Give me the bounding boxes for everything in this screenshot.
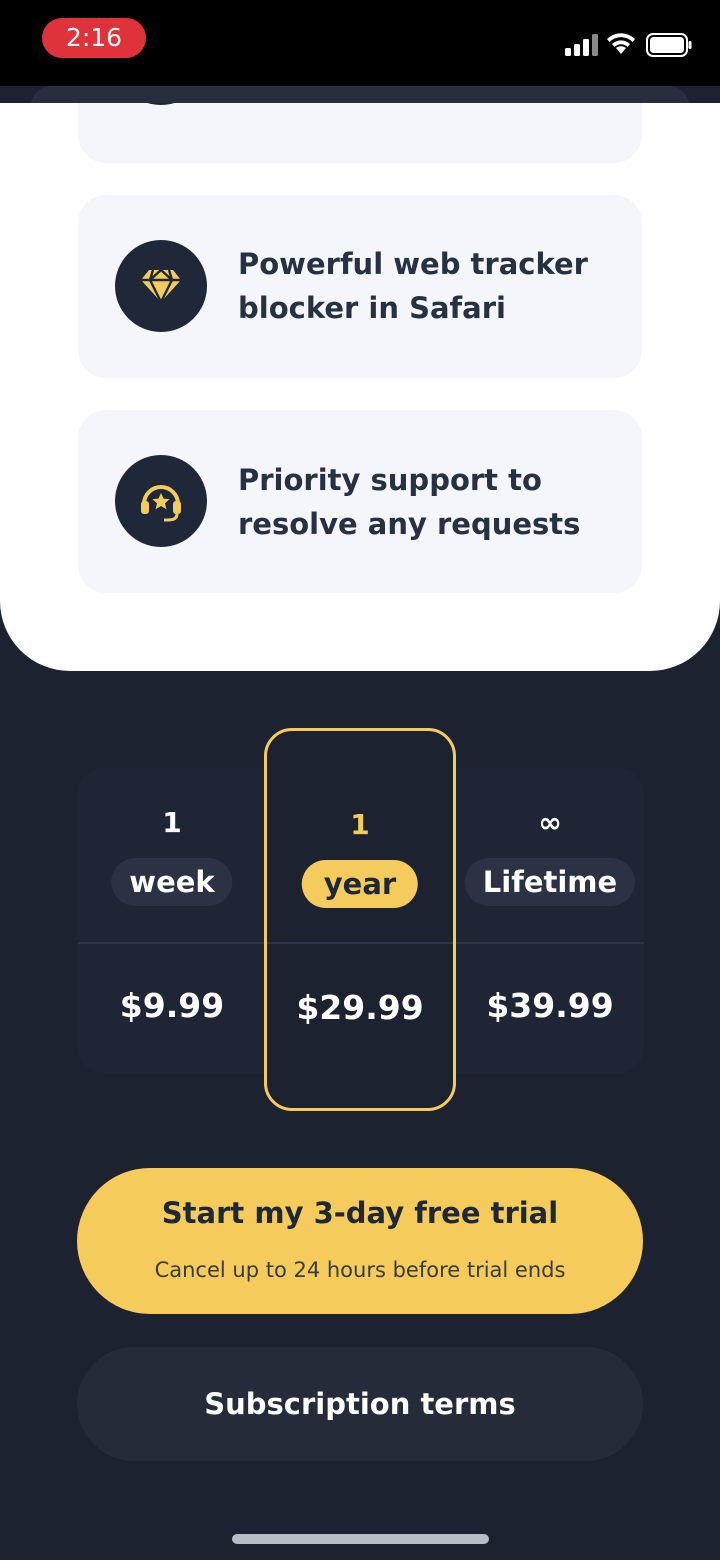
plan-price: $9.99 [119,986,225,1025]
diamond-icon [115,240,207,332]
plan-price: $29.99 [296,988,424,1027]
start-trial-subtitle: Cancel up to 24 hours before trial ends [154,1258,566,1282]
battery-icon [646,33,692,57]
subscription-terms-button[interactable]: Subscription terms [77,1347,643,1461]
plan-option-lifetime[interactable]: ∞ Lifetime $39.99 [456,768,644,1073]
plan-unit-badge: week [111,858,233,906]
plan-quantity: ∞ [538,806,562,839]
plan-price: $39.99 [486,986,614,1025]
feature-card-priority-support: Priority support to resolve any requests [78,410,642,593]
plan-option-week[interactable]: 1 week $9.99 [78,768,266,1073]
feature-text: Priority support to resolve any requests [238,463,581,541]
wifi-icon [607,33,635,54]
feature-icon [115,103,207,105]
plan-option-year[interactable]: 1 year $29.99 [264,728,456,1111]
feature-text: Powerful web tracker blocker in Safari [238,247,588,325]
paywall-screen: 2:16 Powerful web tracker blocker in Saf… [0,0,720,1560]
feature-card-tracker-blocker: Powerful web tracker blocker in Safari [78,195,642,378]
plan-quantity: 1 [350,808,370,841]
cellular-signal-icon [565,34,599,56]
features-sheet: Powerful web tracker blocker in Safari P… [0,103,720,671]
feature-card [78,103,642,163]
status-time: 2:16 [42,18,146,58]
headset-star-icon [115,455,207,547]
start-trial-label: Start my 3-day free trial [161,1196,559,1230]
start-trial-button[interactable]: Start my 3-day free trial Cancel up to 2… [77,1168,643,1314]
status-bar: 2:16 [0,0,720,86]
plan-divider [267,942,453,944]
home-indicator[interactable] [232,1534,489,1544]
plan-unit-badge: year [301,860,419,908]
plan-quantity: 1 [162,806,182,839]
plan-unit-badge: Lifetime [464,858,636,906]
